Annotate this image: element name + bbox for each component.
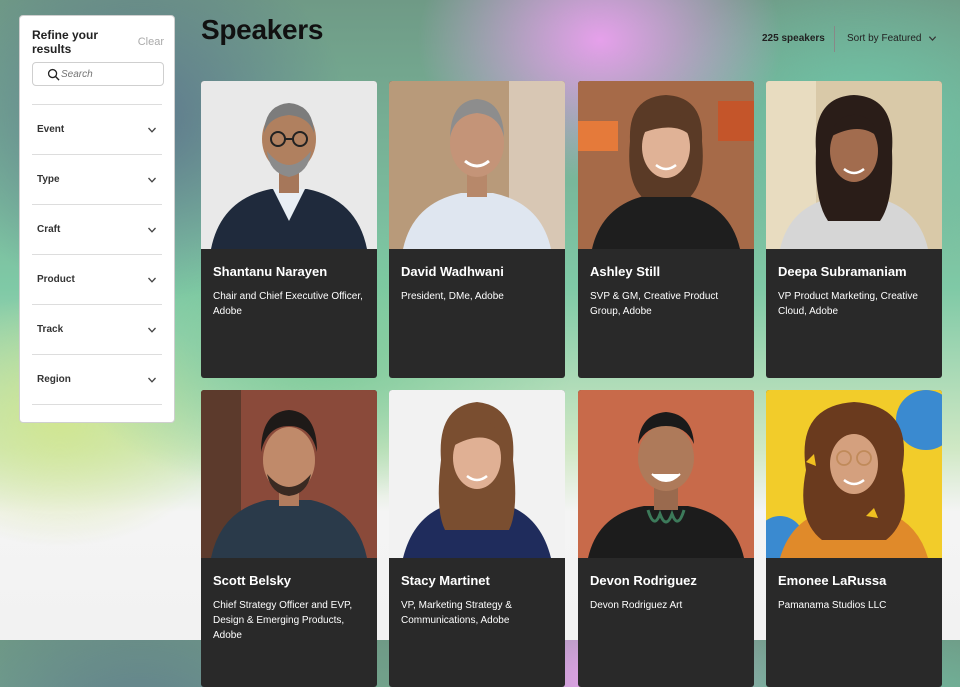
speaker-photo (389, 390, 565, 558)
chevron-down-icon (148, 177, 156, 183)
search-input[interactable] (60, 68, 156, 80)
speaker-photo (766, 81, 942, 249)
filter-track[interactable]: Track (32, 304, 162, 354)
clear-filters-button[interactable]: Clear (138, 36, 164, 48)
speaker-name: Emonee LaRussa (778, 573, 887, 588)
filter-type[interactable]: Type (32, 154, 162, 204)
speaker-photo (766, 390, 942, 558)
speaker-role: President, DMe, Adobe (401, 291, 504, 302)
filter-label: Craft (37, 224, 61, 235)
speaker-photo (578, 81, 754, 249)
speaker-card[interactable]: David Wadhwani President, DMe, Adobe (389, 81, 565, 378)
filter-craft[interactable]: Craft (32, 204, 162, 254)
chevron-down-icon (929, 36, 937, 41)
filter-region[interactable]: Region (32, 354, 162, 404)
sort-dropdown[interactable]: Sort by Featured (847, 33, 937, 44)
speaker-role: Chair and Chief Executive Officer, Adobe (213, 291, 363, 317)
speaker-role: VP, Marketing Strategy & Communications,… (401, 600, 512, 626)
filter-event[interactable]: Event (32, 104, 162, 154)
filter-list: Event Type Craft Product Track Region (32, 104, 162, 405)
speaker-card[interactable]: Ashley Still SVP & GM, Creative Product … (578, 81, 754, 378)
speaker-photo (389, 81, 565, 249)
speaker-role: SVP & GM, Creative Product Group, Adobe (590, 291, 719, 317)
speaker-card[interactable]: Devon Rodriguez Devon Rodriguez Art (578, 390, 754, 687)
speaker-photo (201, 81, 377, 249)
speaker-role: Chief Strategy Officer and EVP, Design &… (213, 600, 353, 641)
filter-list-divider (32, 404, 162, 405)
speaker-name: David Wadhwani (401, 264, 504, 279)
chevron-down-icon (148, 227, 156, 233)
speaker-card[interactable]: Deepa Subramaniam VP Product Marketing, … (766, 81, 942, 378)
filter-label: Type (37, 174, 60, 185)
search-box[interactable] (32, 62, 164, 86)
chevron-down-icon (148, 377, 156, 383)
chevron-down-icon (148, 127, 156, 133)
search-icon (47, 68, 60, 81)
speaker-card[interactable]: Shantanu Narayen Chair and Chief Executi… (201, 81, 377, 378)
speaker-role: VP Product Marketing, Creative Cloud, Ad… (778, 291, 918, 317)
speaker-name: Ashley Still (590, 264, 661, 279)
speaker-role: Pamanama Studios LLC (778, 600, 887, 611)
chevron-down-icon (148, 277, 156, 283)
speaker-photo (578, 390, 754, 558)
speaker-name: Deepa Subramaniam (778, 264, 907, 279)
speaker-count: 225 speakers (762, 33, 825, 44)
filter-label: Region (37, 374, 71, 385)
filter-label: Track (37, 324, 64, 335)
header-divider (834, 26, 835, 52)
speaker-card[interactable]: Stacy Martinet VP, Marketing Strategy & … (389, 390, 565, 687)
filter-label: Event (37, 124, 65, 135)
speaker-role: Devon Rodriguez Art (590, 600, 683, 611)
speaker-name: Shantanu Narayen (213, 264, 328, 279)
page-title: Speakers (201, 14, 324, 45)
sidebar-title: Refine your results (32, 28, 99, 56)
speaker-name: Devon Rodriguez (590, 573, 697, 588)
sidebar-header: Refine your results Clear (32, 28, 164, 56)
filter-sidebar: Refine your results Clear Event Type Cra… (19, 15, 175, 423)
filter-product[interactable]: Product (32, 254, 162, 304)
speaker-name: Stacy Martinet (401, 573, 490, 588)
sort-label: Sort by Featured (847, 33, 922, 44)
filter-label: Product (37, 274, 75, 285)
speaker-card[interactable]: Scott Belsky Chief Strategy Officer and … (201, 390, 377, 687)
speaker-card[interactable]: Emonee LaRussa Pamanama Studios LLC (766, 390, 942, 687)
chevron-down-icon (148, 327, 156, 333)
speaker-photo (201, 390, 377, 558)
speaker-name: Scott Belsky (213, 573, 292, 588)
